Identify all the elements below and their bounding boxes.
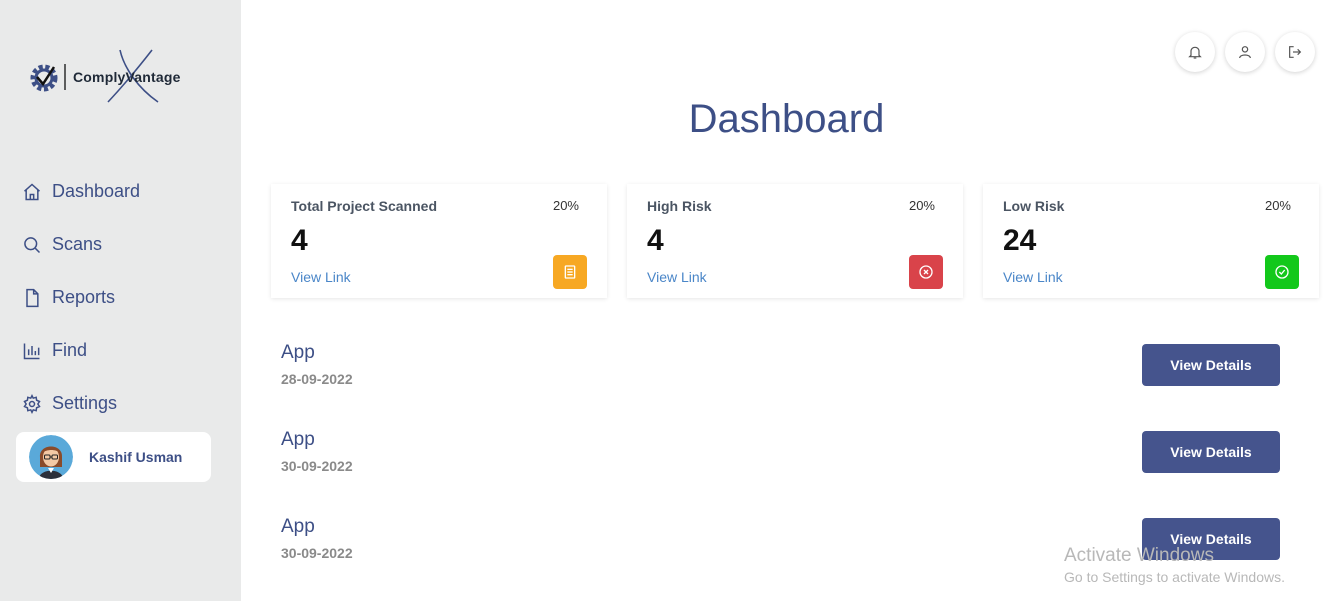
avatar <box>29 435 73 479</box>
sidebar-item-label: Dashboard <box>52 181 141 201</box>
app-name: App <box>281 429 315 450</box>
card-percent: 20% <box>552 198 579 213</box>
user-profile-card[interactable]: Kashif Usman <box>16 432 211 482</box>
sidebar-item-settings[interactable]: Settings <box>22 377 140 430</box>
view-link[interactable]: View Link <box>291 269 351 285</box>
logout-icon <box>1289 46 1302 58</box>
sidebar-item-scans[interactable]: Scans <box>22 218 140 271</box>
complyvantage-logo[interactable]: ComplyVantage <box>28 48 198 104</box>
page-title: Dashboard <box>688 97 885 141</box>
watermark-title: Activate Windows <box>1064 545 1214 566</box>
app-name: App <box>281 342 315 363</box>
card-value: 4 <box>647 224 664 257</box>
app-name: App <box>281 516 315 537</box>
card-title: Low Risk <box>1003 198 1065 214</box>
document-icon <box>564 265 576 279</box>
list-item: App 30-09-2022 View Details <box>281 429 1280 516</box>
gear-icon <box>23 393 41 414</box>
sidebar: ComplyVantage Dashboard Scans Reports Fi… <box>0 0 241 601</box>
logout-button[interactable] <box>1275 32 1315 72</box>
card-percent: 20% <box>1264 198 1291 213</box>
user-icon <box>1239 46 1251 59</box>
windows-activation-watermark: Activate Windows Go to Settings to activ… <box>1064 545 1285 585</box>
card-badge <box>1265 255 1299 289</box>
card-badge <box>553 255 587 289</box>
sidebar-item-find[interactable]: Find <box>22 324 140 377</box>
sidebar-nav: Dashboard Scans Reports Find Settings <box>22 165 140 430</box>
sidebar-item-reports[interactable]: Reports <box>22 271 140 324</box>
card-title: High Risk <box>647 198 712 214</box>
x-circle-icon <box>919 265 933 279</box>
sidebar-item-label: Find <box>52 340 88 360</box>
view-details-button[interactable]: View Details <box>1142 431 1280 473</box>
header-actions <box>1175 32 1315 72</box>
app-date: 28-09-2022 <box>281 371 353 387</box>
sidebar-item-label: Settings <box>52 393 118 413</box>
notifications-button[interactable] <box>1175 32 1215 72</box>
app-date: 30-09-2022 <box>281 545 353 561</box>
stat-card-high-risk: High Risk 20% 4 View Link <box>627 184 963 298</box>
home-icon <box>24 182 40 200</box>
app-date: 30-09-2022 <box>281 458 353 474</box>
app-root: ComplyVantage Dashboard Scans Reports Fi… <box>0 0 1332 601</box>
card-percent: 20% <box>908 198 935 213</box>
sidebar-item-label: Scans <box>52 234 103 254</box>
card-badge <box>909 255 943 289</box>
stat-card-total-projects: Total Project Scanned 20% 4 View Link <box>271 184 607 298</box>
view-details-button[interactable]: View Details <box>1142 344 1280 386</box>
search-icon <box>24 236 41 253</box>
user-name: Kashif Usman <box>89 449 183 465</box>
sidebar-item-label: Reports <box>52 287 116 307</box>
check-circle-icon <box>1275 265 1289 279</box>
view-link[interactable]: View Link <box>647 269 707 285</box>
card-value: 4 <box>291 224 308 257</box>
bell-icon <box>1188 46 1202 59</box>
sidebar-item-dashboard[interactable]: Dashboard <box>22 165 140 218</box>
watermark-subtitle: Go to Settings to activate Windows. <box>1064 569 1285 585</box>
card-title: Total Project Scanned <box>291 198 437 214</box>
list-item: App 28-09-2022 View Details <box>281 342 1280 429</box>
stat-card-low-risk: Low Risk 20% 24 View Link <box>983 184 1319 298</box>
view-link[interactable]: View Link <box>1003 269 1063 285</box>
logo-text: ComplyVantage <box>73 69 181 85</box>
profile-button[interactable] <box>1225 32 1265 72</box>
stats-cards: Total Project Scanned 20% 4 View Link Hi… <box>271 184 1319 298</box>
bar-chart-icon <box>23 343 40 359</box>
file-icon <box>26 288 39 307</box>
card-value: 24 <box>1003 224 1037 257</box>
